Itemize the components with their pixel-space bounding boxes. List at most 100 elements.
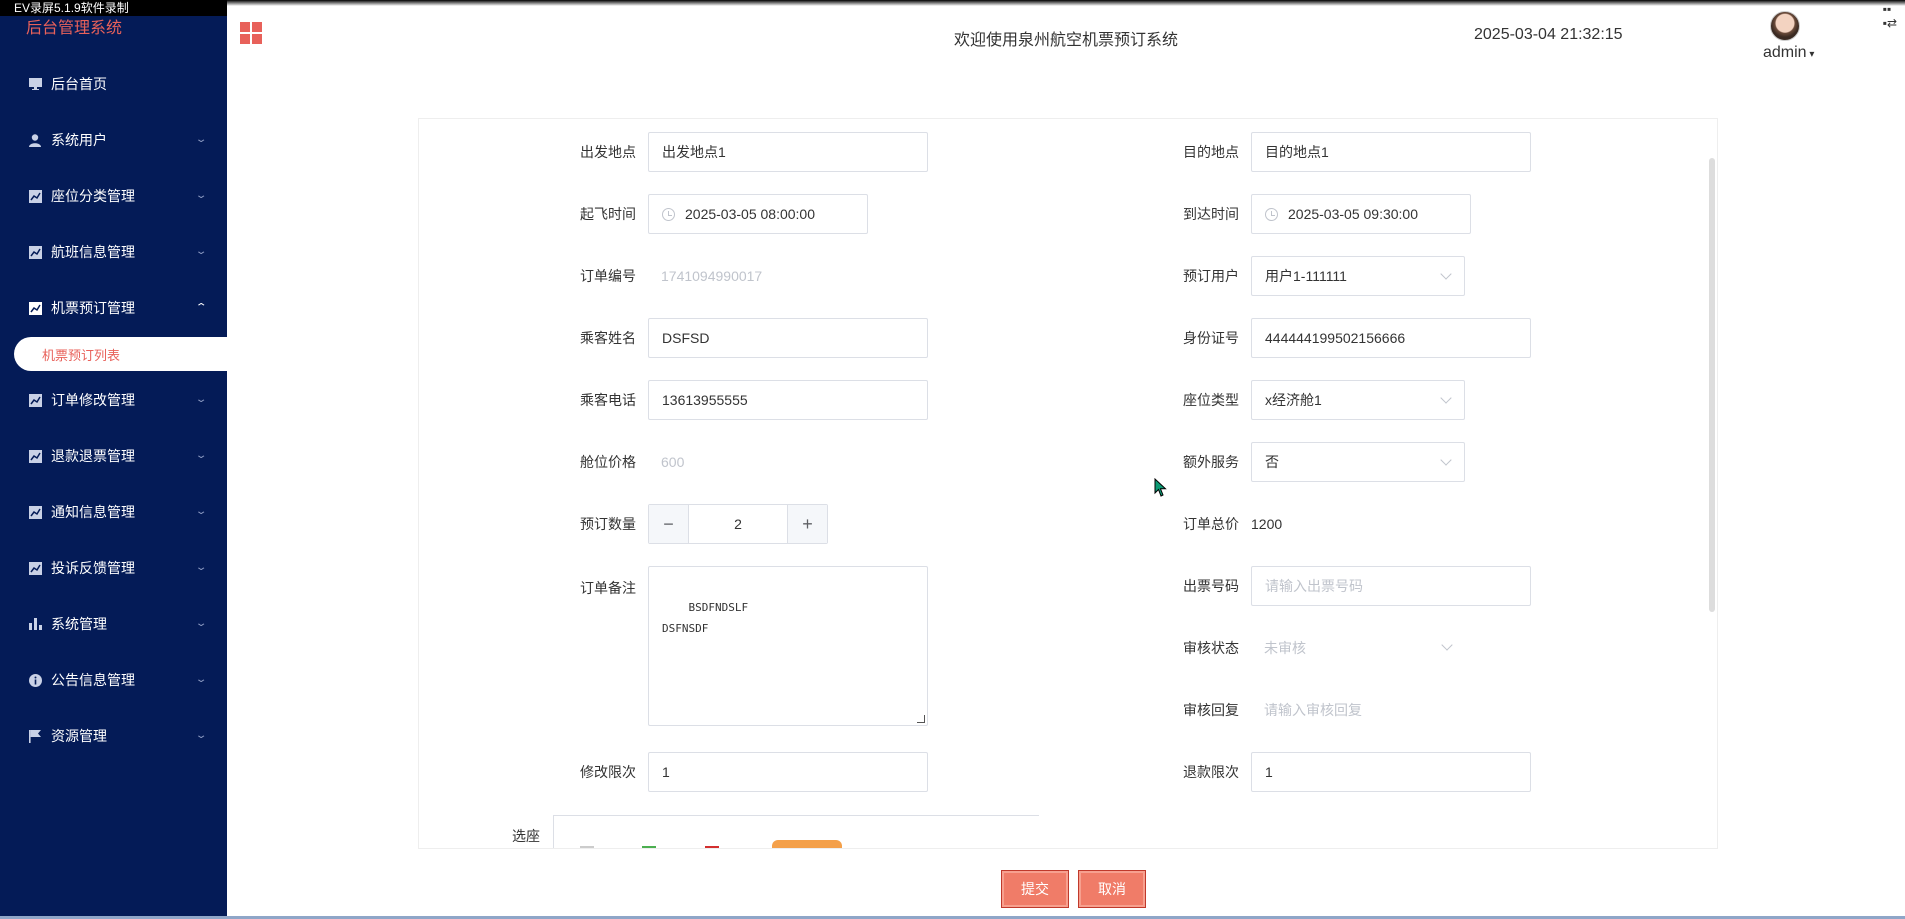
booking-user-value: 用户1-111111 [1265, 268, 1347, 284]
sidebar-title: 后台管理系统 [26, 20, 123, 37]
avatar[interactable] [1770, 11, 1800, 41]
chevron-down-icon: ⌄ [194, 190, 208, 201]
user-icon [28, 133, 42, 147]
passenger-name-label: 乘客姓名 [580, 330, 636, 346]
sidebar-menu: 后台首页 系统用户 ⌄ 座位分类管理 ⌄ 航班信息管理 ⌄ 机票预订管理 ⌄ 机… [0, 56, 227, 764]
sidebar-item-notification[interactable]: 通知信息管理 ⌄ [0, 484, 227, 540]
destination-label: 目的地点 [1183, 144, 1239, 160]
chevron-down-icon [1440, 454, 1452, 466]
chart-icon [28, 189, 42, 203]
passenger-phone-input[interactable]: 13613955555 [648, 380, 928, 420]
row-review-status: 审核状态 未审核 [1179, 628, 1465, 668]
row-id-number: 身份证号 444444199502156666 [1179, 318, 1531, 358]
decrement-button[interactable]: − [649, 505, 689, 543]
remark-textarea[interactable]: BSDFNDSLF DSFNSDF [648, 566, 928, 726]
row-extra-service: 额外服务 否 [1179, 442, 1465, 482]
welcome-text: 欢迎使用泉州航空机票预订系统 [954, 32, 1179, 49]
sidebar-item-system-users[interactable]: 系统用户 ⌄ [0, 112, 227, 168]
sidebar-subitem-booking-list[interactable]: 机票预订列表 [14, 337, 227, 371]
id-number-input[interactable]: 444444199502156666 [1251, 318, 1531, 358]
extra-service-select[interactable]: 否 [1251, 442, 1465, 482]
mouse-cursor-icon [1154, 478, 1167, 497]
sidebar-item-complaint[interactable]: 投诉反馈管理 ⌄ [0, 540, 227, 596]
chart-icon [28, 561, 42, 575]
row-seat-type: 座位类型 x经济舱1 [1179, 380, 1465, 420]
sidebar-item-flight-info[interactable]: 航班信息管理 ⌄ [0, 224, 227, 280]
takeoff-datetime-picker[interactable]: 2025-03-05 08:00:00 [648, 194, 868, 234]
arrival-value: 2025-03-05 09:30:00 [1288, 206, 1418, 222]
review-status-select: 未审核 [1251, 628, 1465, 668]
seat-type-select[interactable]: x经济舱1 [1251, 380, 1465, 420]
user-menu[interactable]: admin ▾ [1763, 44, 1814, 62]
resize-handle-icon[interactable] [917, 715, 925, 723]
row-refund-limit: 退款限次 1 [1179, 752, 1531, 792]
row-remark: 订单备注 BSDFNDSLF DSFNSDF [576, 566, 928, 726]
header: 欢迎使用泉州航空机票预订系统 2025-03-04 21:32:15 admin… [227, 0, 1905, 70]
sidebar-item-refund[interactable]: 退款退票管理 ⌄ [0, 428, 227, 484]
extra-service-label: 额外服务 [1183, 454, 1239, 470]
row-ticket-no: 出票号码 请输入出票号码 [1179, 566, 1531, 606]
refund-limit-input[interactable]: 1 [1251, 752, 1531, 792]
sidebar-item-label: 机票预订管理 [51, 300, 135, 316]
sidebar-item-resource[interactable]: 资源管理 ⌄ [0, 708, 227, 764]
quantity-value[interactable]: 2 [689, 505, 787, 543]
extra-service-value: 否 [1265, 454, 1279, 470]
row-departure: 出发地点 出发地点1 [576, 132, 928, 172]
booking-user-select[interactable]: 用户1-111111 [1251, 256, 1465, 296]
fullscreen-icon[interactable]: ▪▪ ▪⇄ [1883, 2, 1897, 30]
remark-label: 订单备注 [580, 580, 636, 596]
chevron-down-icon: ⌄ [194, 450, 208, 461]
chevron-down-icon [1440, 392, 1452, 404]
sidebar-item-seat-category[interactable]: 座位分类管理 ⌄ [0, 168, 227, 224]
chevron-down-icon: ⌄ [194, 618, 208, 629]
passenger-name-input[interactable]: DSFSD [648, 318, 928, 358]
chart-icon [28, 301, 42, 315]
cabin-price-label: 舱位价格 [580, 454, 636, 470]
row-takeoff: 起飞时间 2025-03-05 08:00:00 [576, 194, 868, 234]
seat-select-label: 选座 [512, 828, 540, 844]
flag-icon [28, 729, 42, 743]
sidebar-item-order-modify[interactable]: 订单修改管理 ⌄ [0, 372, 227, 428]
sidebar-item-system[interactable]: 系统管理 ⌄ [0, 596, 227, 652]
cancel-button[interactable]: 取消 [1078, 870, 1146, 908]
ticket-no-input[interactable]: 请输入出票号码 [1251, 566, 1531, 606]
remark-value: BSDFNDSLF DSFNSDF [662, 601, 749, 635]
sidebar-item-announcement[interactable]: 公告信息管理 ⌄ [0, 652, 227, 708]
chart-icon [28, 505, 42, 519]
caret-down-icon: ▾ [1806, 49, 1815, 60]
increment-button[interactable]: + [787, 505, 827, 543]
sidebar-item-label: 公告信息管理 [51, 672, 135, 688]
menu-toggle-icon[interactable] [240, 22, 262, 44]
chevron-down-icon: ⌄ [194, 562, 208, 573]
scrollbar[interactable] [1709, 158, 1715, 612]
chevron-down-icon: ⌄ [194, 134, 208, 145]
sidebar-item-home[interactable]: 后台首页 [0, 56, 227, 112]
modify-limit-input[interactable]: 1 [648, 752, 928, 792]
row-arrival: 到达时间 2025-03-05 09:30:00 [1179, 194, 1471, 234]
chevron-down-icon: ⌄ [194, 246, 208, 257]
chevron-down-icon [1441, 639, 1453, 651]
submit-button[interactable]: 提交 [1001, 870, 1069, 908]
order-total-label: 订单总价 [1183, 516, 1239, 532]
sidebar-item-ticket-booking[interactable]: 机票预订管理 ⌄ [0, 280, 227, 336]
destination-input[interactable]: 目的地点1 [1251, 132, 1531, 172]
review-reply-label: 审核回复 [1183, 702, 1239, 718]
takeoff-label: 起飞时间 [580, 206, 636, 222]
sidebar-item-label: 系统用户 [51, 132, 107, 148]
sidebar-item-label: 订单修改管理 [51, 392, 135, 408]
row-quantity: 预订数量 − 2 + [576, 504, 828, 544]
sidebar-item-label: 座位分类管理 [51, 188, 135, 204]
order-no-label: 订单编号 [580, 268, 636, 284]
arrival-datetime-picker[interactable]: 2025-03-05 09:30:00 [1251, 194, 1471, 234]
arrival-label: 到达时间 [1183, 206, 1239, 222]
departure-input[interactable]: 出发地点1 [648, 132, 928, 172]
sidebar-item-label: 系统管理 [51, 616, 107, 632]
bar-chart-icon [28, 617, 42, 631]
sidebar-item-label: 退款退票管理 [51, 448, 135, 464]
info-icon [28, 673, 42, 687]
row-cabin-price: 舱位价格 600 [576, 442, 928, 482]
review-status-value: 未审核 [1264, 640, 1306, 656]
username: admin [1763, 44, 1807, 61]
clock-icon [1265, 207, 1278, 221]
refund-limit-label: 退款限次 [1183, 764, 1239, 780]
